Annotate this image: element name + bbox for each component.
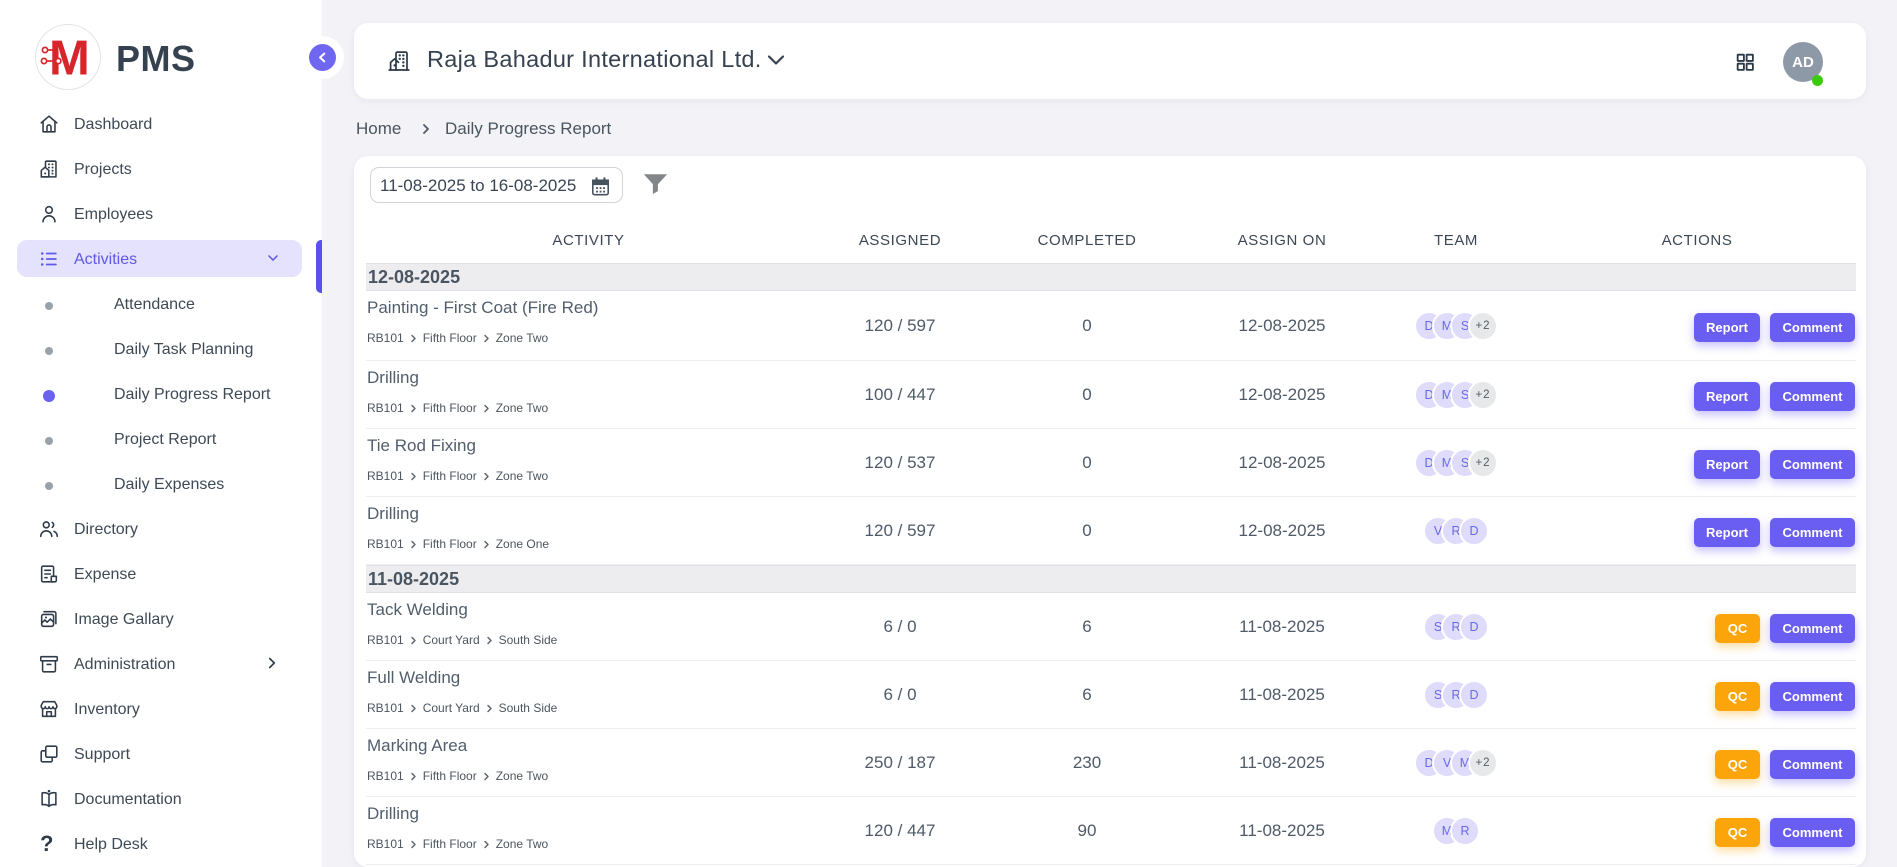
svg-text:M: M [49,37,90,79]
